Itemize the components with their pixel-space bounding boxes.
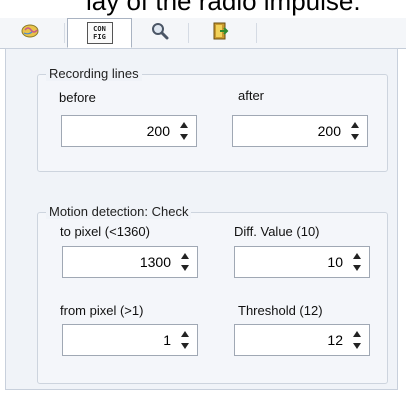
- threshold-label: Threshold (12): [238, 303, 323, 318]
- motion-detection-title: Motion detection: Check: [46, 204, 192, 219]
- from-pixel-spin-arrows[interactable]: [179, 329, 191, 351]
- spin-down-icon[interactable]: [179, 263, 191, 273]
- tab-search[interactable]: [138, 18, 182, 47]
- before-spinbox[interactable]: 200: [61, 115, 197, 147]
- spin-down-icon[interactable]: [178, 132, 190, 142]
- recording-lines-title: Recording lines: [46, 66, 142, 81]
- threshold-spinbox[interactable]: 12: [234, 324, 370, 356]
- spin-down-icon[interactable]: [351, 263, 363, 273]
- after-value[interactable]: 200: [318, 123, 341, 139]
- spin-up-icon[interactable]: [179, 251, 191, 261]
- spin-up-icon[interactable]: [351, 251, 363, 261]
- tab-separator: [64, 23, 65, 43]
- to-pixel-label: to pixel (<1360): [60, 224, 150, 239]
- before-spin-arrows[interactable]: [178, 120, 190, 142]
- recording-lines-group: Recording lines before after 200 200: [37, 66, 388, 172]
- tab-strip: CON FIG: [0, 18, 406, 49]
- spin-up-icon[interactable]: [178, 120, 190, 130]
- diff-value-value[interactable]: 10: [327, 254, 343, 270]
- diff-value-label: Diff. Value (10): [234, 224, 320, 239]
- spin-down-icon[interactable]: [349, 132, 361, 142]
- before-label: before: [59, 90, 96, 105]
- spin-down-icon[interactable]: [179, 341, 191, 351]
- from-pixel-value[interactable]: 1: [163, 332, 171, 348]
- after-label: after: [238, 88, 265, 103]
- config-icon: CON FIG: [86, 22, 113, 44]
- spin-up-icon[interactable]: [349, 120, 361, 130]
- after-spinbox[interactable]: 200: [232, 115, 368, 147]
- config-panel: Recording lines before after 200 200 Mot…: [5, 48, 398, 390]
- from-pixel-label: from pixel (>1): [60, 303, 144, 318]
- magnifier-icon: [151, 22, 169, 44]
- tab-config[interactable]: CON FIG: [67, 18, 132, 48]
- spin-up-icon[interactable]: [179, 329, 191, 339]
- to-pixel-spinbox[interactable]: 1300: [62, 246, 198, 278]
- config-icon-bottom-text: FIG: [93, 33, 106, 41]
- threshold-value[interactable]: 12: [327, 332, 343, 348]
- exit-door-icon: [211, 21, 229, 45]
- config-icon-top-text: CON: [93, 25, 106, 33]
- spin-down-icon[interactable]: [351, 341, 363, 351]
- to-pixel-value[interactable]: 1300: [140, 254, 171, 270]
- before-value[interactable]: 200: [147, 123, 170, 139]
- tab-separator: [188, 23, 189, 43]
- tab-separator: [256, 23, 257, 43]
- tab-exit[interactable]: [198, 18, 242, 47]
- motion-detection-group: Motion detection: Check to pixel (<1360)…: [37, 204, 388, 384]
- after-spin-arrows[interactable]: [349, 120, 361, 142]
- diff-value-spinbox[interactable]: 10: [234, 246, 370, 278]
- config-window: lay of the radio impulse. CON FIG Record…: [0, 0, 406, 397]
- diff-value-spin-arrows[interactable]: [351, 251, 363, 273]
- spin-up-icon[interactable]: [351, 329, 363, 339]
- brain-icon: [20, 22, 40, 44]
- tab-brain[interactable]: [8, 18, 52, 47]
- from-pixel-spinbox[interactable]: 1: [62, 324, 198, 356]
- to-pixel-spin-arrows[interactable]: [179, 251, 191, 273]
- cropped-caption-text: lay of the radio impulse.: [86, 0, 361, 16]
- threshold-spin-arrows[interactable]: [351, 329, 363, 351]
